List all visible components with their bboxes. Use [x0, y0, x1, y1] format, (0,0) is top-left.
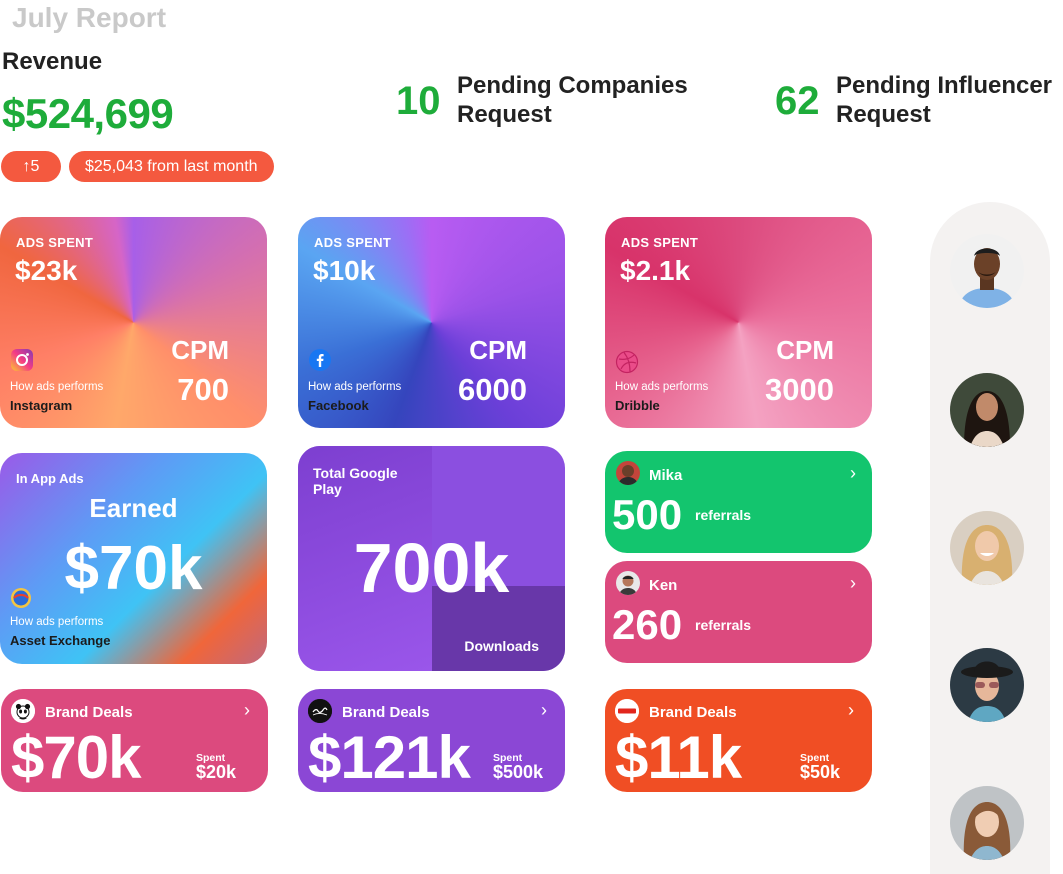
platform-name: Facebook	[308, 398, 369, 413]
pending-label-line: Pending Influencer	[836, 72, 1053, 99]
earned-value: $70k	[64, 534, 203, 603]
pending-influencer-count: 62	[775, 79, 820, 123]
dribbble-icon	[615, 350, 639, 374]
brand-deal-card-coca-cola[interactable]: Brand Deals › $121k Spent $500k	[298, 689, 565, 792]
cpm-label: CPM	[469, 335, 527, 365]
how-ads-performs-label: How ads performs	[615, 381, 709, 393]
change-count: 5	[30, 158, 40, 175]
ads-card-facebook[interactable]: ADS SPENT $10k CPM 6000 How ads performs…	[298, 217, 565, 428]
brand-deal-card-canon[interactable]: Brand Deals › $11k Spent $50k	[605, 689, 872, 792]
spent-value: $50k	[800, 762, 841, 782]
referrer-name: Mika	[649, 467, 683, 484]
cpm-label: CPM	[776, 335, 834, 365]
page-title: July Report	[12, 2, 167, 33]
brand-deal-value: $121k	[308, 724, 471, 791]
ads-card-instagram[interactable]: ADS SPENT $23k CPM 700 How ads performs …	[0, 217, 267, 428]
avatar[interactable]	[950, 648, 1024, 722]
arrow-up-icon: ↑	[22, 158, 31, 175]
platform-name: Asset Exchange	[10, 633, 111, 648]
avatar[interactable]	[950, 373, 1024, 447]
chevron-right-icon[interactable]: ›	[850, 463, 856, 484]
ads-spent-value: $23k	[15, 255, 78, 286]
referral-card-ken[interactable]: Ken › 260 referrals	[605, 561, 872, 663]
pending-companies-label[interactable]: Pending Companies Request	[457, 71, 688, 129]
revenue-label: Revenue	[2, 48, 103, 75]
referral-count: 260	[612, 601, 683, 648]
ads-card-dribbble[interactable]: ADS SPENT $2.1k CPM 3000 How ads perform…	[605, 217, 872, 428]
pending-label-line: Request	[457, 101, 552, 128]
referrer-name: Ken	[649, 577, 678, 594]
brand-deals-label: Brand Deals	[342, 704, 430, 721]
revenue-value: $524,699	[2, 90, 174, 137]
asset-exchange-icon	[10, 587, 32, 609]
how-ads-performs-label: How ads performs	[10, 381, 104, 393]
revenue-change-badge: ↑5	[1, 151, 61, 182]
coca-cola-icon	[308, 699, 332, 723]
chevron-right-icon[interactable]: ›	[850, 573, 856, 594]
brand-deal-value: $70k	[11, 724, 141, 791]
cpm-value: 6000	[458, 372, 527, 407]
downloads-label: Downloads	[464, 638, 539, 654]
how-ads-performs-label: How ads performs	[308, 381, 402, 393]
chevron-right-icon[interactable]: ›	[244, 700, 250, 721]
in-app-ads-card[interactable]: In App Ads Earned $70k How ads performs …	[0, 453, 267, 664]
ads-spent-label: ADS SPENT	[621, 235, 699, 250]
referral-unit: referrals	[695, 617, 752, 633]
platform-name: Instagram	[10, 398, 73, 413]
avatar	[616, 461, 640, 485]
google-play-downloads-value: 700k	[353, 529, 510, 607]
ads-spent-label: ADS SPENT	[314, 235, 392, 250]
brand-deal-card-wwf[interactable]: Brand Deals › $70k Spent $20k	[1, 689, 268, 792]
brand-deals-label: Brand Deals	[649, 704, 737, 721]
cpm-label: CPM	[171, 335, 229, 365]
avatar	[616, 571, 640, 595]
referral-count: 500	[612, 491, 683, 538]
canon-icon	[615, 699, 639, 723]
brand-deal-value: $11k	[615, 724, 742, 791]
facebook-icon	[308, 348, 332, 372]
google-play-card[interactable]: Total Google Play 700k Downloads	[298, 446, 565, 671]
how-ads-performs-label: How ads performs	[10, 616, 104, 628]
pending-influencer-label[interactable]: Pending Influencer Request	[836, 71, 1052, 129]
in-app-ads-title: In App Ads	[16, 471, 84, 486]
ads-spent-value: $2.1k	[620, 255, 691, 286]
instagram-icon	[10, 348, 34, 372]
cpm-value: 700	[177, 372, 229, 407]
chevron-right-icon[interactable]: ›	[541, 700, 547, 721]
revenue-change-text: $25,043 from last month	[69, 151, 274, 182]
avatar[interactable]	[950, 511, 1024, 585]
chevron-right-icon[interactable]: ›	[848, 700, 854, 721]
platform-name: Dribble	[615, 398, 660, 413]
spent-value: $500k	[493, 762, 544, 782]
brand-deals-label: Brand Deals	[45, 704, 133, 721]
pending-label-line: Pending Companies	[457, 72, 688, 99]
pending-companies-count: 10	[396, 79, 441, 123]
google-play-title: Total Google Play	[313, 465, 398, 497]
pending-label-line: Request	[836, 101, 931, 128]
referral-card-mika[interactable]: Mika › 500 referrals	[605, 451, 872, 553]
referral-unit: referrals	[695, 507, 752, 523]
cpm-value: 3000	[765, 372, 834, 407]
ads-spent-label: ADS SPENT	[16, 235, 94, 250]
wwf-panda-icon	[11, 699, 35, 723]
avatar[interactable]	[950, 786, 1024, 860]
earned-label: Earned	[89, 493, 178, 523]
avatar[interactable]	[950, 234, 1024, 308]
ads-spent-value: $10k	[313, 255, 376, 286]
spent-value: $20k	[196, 762, 237, 782]
